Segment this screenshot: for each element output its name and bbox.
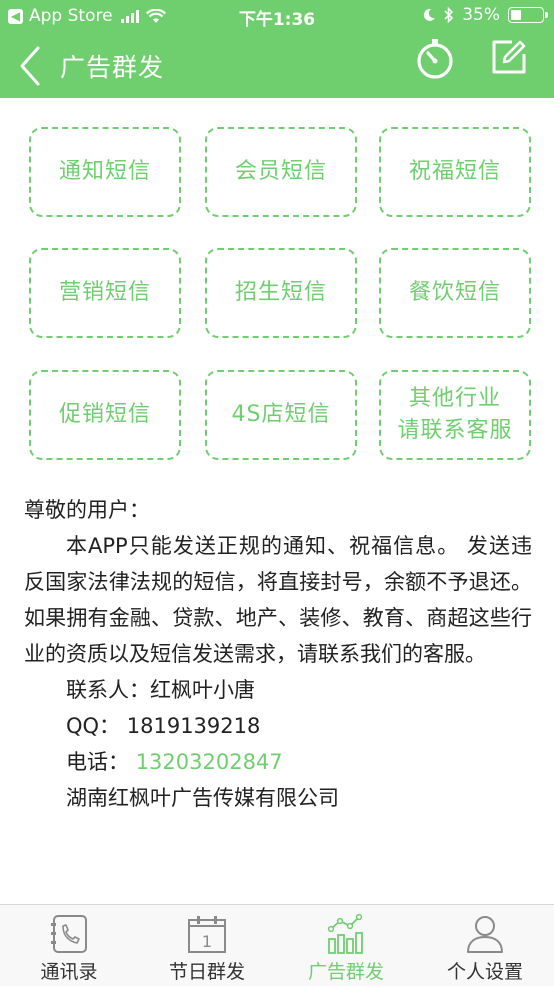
svg-text:1: 1	[202, 932, 212, 951]
contact-value: 红枫叶小唐	[150, 678, 255, 702]
category-label: 请联系客服	[397, 418, 513, 443]
qq-value: 1819139218	[126, 714, 261, 738]
tab-label: 广告群发	[307, 961, 384, 983]
category-marketing[interactable]: 营销短信	[29, 248, 181, 338]
moon-icon	[424, 8, 436, 21]
tab-label: 个人设置	[446, 961, 523, 983]
back-chevron-icon[interactable]	[14, 44, 50, 88]
page-title: 广告群发	[60, 53, 165, 82]
notice-section: 尊敬的用户： 本APP只能发送正规的通知、祝福信息。 发送违反国家法律法规的短信…	[24, 492, 532, 816]
company-name: 湖南红枫叶广告传媒有限公司	[66, 786, 339, 810]
category-label: 通知短信	[58, 159, 151, 184]
category-other-contact-support[interactable]: 其他行业 请联系客服	[379, 370, 531, 460]
category-label: 祝福短信	[408, 159, 501, 184]
contacts-icon	[51, 915, 87, 953]
category-catering[interactable]: 餐饮短信	[379, 248, 531, 338]
contact-label: 联系人：	[66, 678, 150, 702]
category-member[interactable]: 会员短信	[205, 127, 357, 217]
battery-percent: 35%	[462, 5, 500, 25]
chart-icon	[327, 913, 363, 954]
status-bar: ◀ App Store 下午1:36 35%	[0, 0, 554, 34]
phone-line: 电话： 13203202847	[24, 744, 532, 780]
category-enrollment[interactable]: 招生短信	[205, 248, 357, 338]
tab-holiday-broadcast[interactable]: 1 节日群发	[138, 905, 276, 986]
tab-label: 节日群发	[168, 961, 245, 983]
battery-icon	[508, 7, 548, 23]
category-promotion[interactable]: 促销短信	[29, 370, 181, 460]
category-notification[interactable]: 通知短信	[29, 127, 181, 217]
qq-label: QQ：	[66, 714, 121, 738]
phone-label: 电话：	[66, 750, 129, 774]
tab-ad-broadcast[interactable]: 广告群发	[277, 905, 415, 986]
tab-bar: 通讯录 1 节日群发 广告群发 个人设置	[0, 904, 554, 986]
history-timer-icon[interactable]	[414, 38, 456, 80]
bluetooth-icon	[444, 7, 454, 23]
notice-greeting: 尊敬的用户：	[24, 498, 150, 522]
category-label: 餐饮短信	[408, 280, 501, 305]
category-label: 促销短信	[58, 402, 151, 427]
category-label: 招生短信	[234, 280, 327, 305]
notice-body: 本APP只能发送正规的通知、祝福信息。 发送违反国家法律法规的短信，将直接封号，…	[24, 534, 532, 666]
category-label: 营销短信	[58, 280, 151, 305]
person-icon	[467, 916, 503, 953]
calendar-icon: 1	[188, 916, 226, 953]
contact-person-line: 联系人：红枫叶小唐	[24, 672, 532, 708]
tab-label: 通讯录	[40, 961, 98, 983]
tab-personal-settings[interactable]: 个人设置	[416, 905, 554, 986]
category-label: 其他行业	[408, 386, 501, 411]
phone-link[interactable]: 13203202847	[136, 750, 283, 774]
qq-line: QQ： 1819139218	[24, 708, 532, 744]
edit-icon[interactable]	[490, 38, 528, 76]
tab-contacts[interactable]: 通讯录	[0, 905, 138, 986]
nav-bar: 广告群发	[0, 34, 554, 98]
category-4s-store[interactable]: 4S店短信	[205, 370, 357, 460]
category-label: 4S店短信	[231, 402, 331, 427]
category-label: 会员短信	[234, 159, 327, 184]
category-greeting[interactable]: 祝福短信	[379, 127, 531, 217]
header: ◀ App Store 下午1:36 35% 广告群发	[0, 0, 554, 98]
